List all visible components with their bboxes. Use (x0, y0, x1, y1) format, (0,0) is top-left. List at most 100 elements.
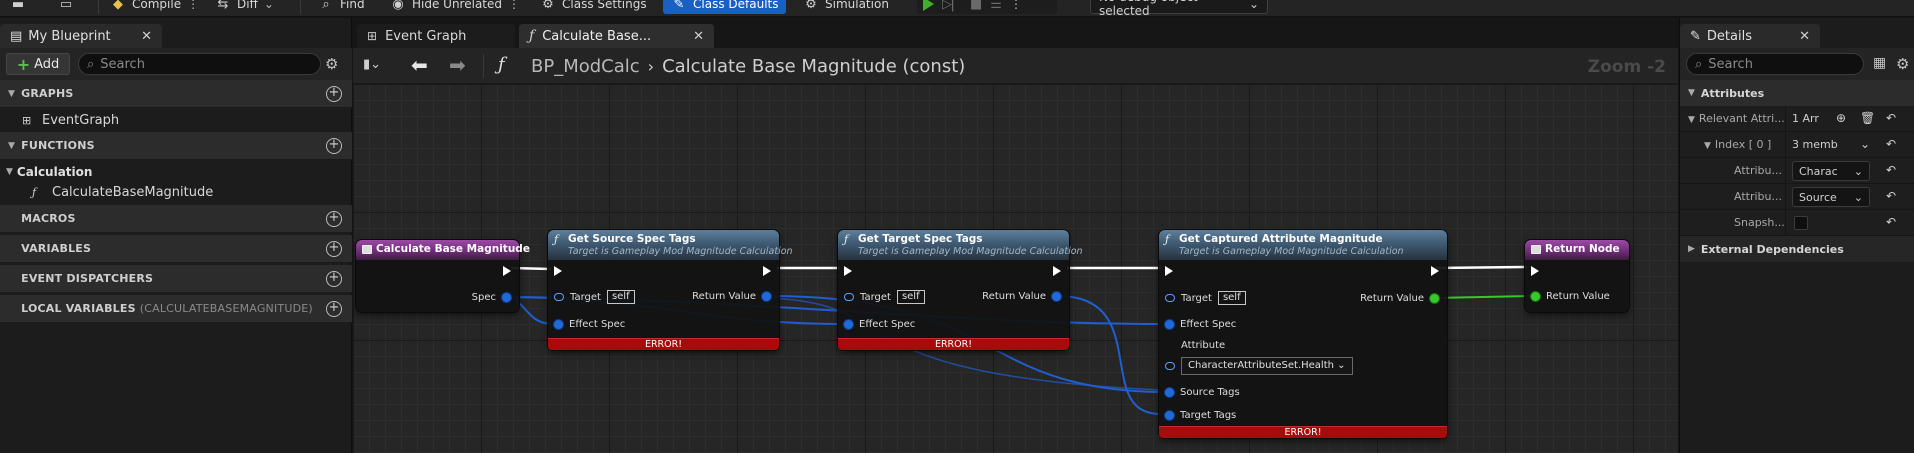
section-local-variables[interactable]: ▼ LOCAL VARIABLES (CALCULATEBASEMAGNITUD… (0, 295, 352, 323)
tree-item-eventgraph[interactable]: ⊞ EventGraph (0, 109, 352, 131)
trash-icon[interactable]: 🗑 (1860, 111, 1875, 125)
target-self-field[interactable]: self (1217, 291, 1246, 305)
function-category-calculation[interactable]: ▼ Calculation (0, 161, 352, 183)
exec-in-pin[interactable] (844, 263, 852, 279)
attribute-pin[interactable]: Attribute (1165, 338, 1225, 352)
play-icon[interactable] (923, 0, 934, 11)
attribute-combo[interactable]: Charac ⌄ (1792, 161, 1870, 181)
step-icon[interactable]: ▷▏ (942, 0, 962, 12)
reset-arrow-icon[interactable]: ↶ (1886, 163, 1896, 177)
tree-item-calculatebasemagnitude[interactable]: ƒ CalculateBaseMagnitude (0, 181, 352, 203)
add-circle-icon[interactable]: + (326, 211, 342, 227)
debug-object-label: No debug object selected (1099, 0, 1198, 17)
table-view-icon[interactable]: ▦ (1873, 55, 1886, 71)
exec-out-pin[interactable] (1431, 263, 1439, 279)
get-target-spec-tags-node[interactable]: ƒ Get Target Spec Tags Target is Gamepla… (838, 230, 1083, 350)
target-pin[interactable]: Target self (1165, 290, 1246, 306)
exec-in-pin[interactable] (1531, 263, 1539, 279)
reset-arrow-icon[interactable]: ↶ (1886, 215, 1896, 229)
save-button[interactable]: ▬ (10, 0, 26, 14)
exec-out-pin[interactable] (1053, 263, 1061, 279)
menu-icon[interactable]: ☰ (990, 0, 1002, 12)
add-circle-icon[interactable]: + (326, 86, 342, 102)
effect-spec-pin[interactable]: Effect Spec (844, 316, 915, 332)
diff-button[interactable]: ⇆ Diff ⌄ (215, 0, 274, 14)
return-value-pin[interactable]: Return Value (692, 288, 771, 304)
node-header: ƒ Get Target Spec Tags Target is Gamepla… (838, 230, 1083, 260)
section-macros[interactable]: ▼ MACROS + (0, 205, 352, 233)
target-pin[interactable]: Target self (844, 289, 925, 305)
close-icon[interactable]: ✕ (1799, 29, 1810, 44)
browse-button[interactable]: ▭ (58, 0, 74, 14)
search-input[interactable]: ⌕ Search (78, 53, 321, 75)
find-button[interactable]: ⌕ Find (318, 0, 364, 14)
close-icon[interactable]: ✕ (693, 29, 704, 44)
tab-my-blueprint[interactable]: ▤ My Blueprint ✕ (0, 24, 162, 48)
spec-pin[interactable]: Spec (472, 289, 511, 305)
add-circle-icon[interactable]: + (326, 241, 342, 257)
tab-details[interactable]: ✎ Details ✕ (1680, 24, 1820, 48)
chevron-down-icon[interactable]: ⌄ (1860, 137, 1870, 151)
get-source-spec-tags-node[interactable]: ƒ Get Source Spec Tags Target is Gamepla… (548, 230, 793, 350)
entry-node[interactable]: Calculate Base Magnitude Spec (356, 240, 530, 312)
reset-arrow-icon[interactable]: ↶ (1886, 189, 1896, 203)
add-button[interactable]: + Add (6, 53, 70, 75)
class-defaults-button[interactable]: ✎ Class Defaults (663, 0, 787, 14)
gear-icon[interactable]: ⚙ (1896, 55, 1909, 73)
simulation-button[interactable]: ⚙ Simulation (803, 0, 889, 14)
attribute-dropdown[interactable]: CharacterAttributeSet.Health ⌄ (1181, 357, 1353, 375)
stop-icon[interactable]: ■ (970, 0, 982, 12)
breadcrumb-root[interactable]: BP_ModCalc (531, 56, 640, 77)
bookmark-icon[interactable]: ▮⌄ (363, 57, 381, 72)
exec-out-pin[interactable] (763, 263, 771, 279)
source-tags-pin[interactable]: Source Tags (1165, 384, 1240, 400)
return-node[interactable]: Return Node Return Value (1525, 240, 1629, 312)
tab-calculate-base-magnitude[interactable]: ƒ Calculate Base... ✕ (519, 24, 714, 48)
node-title: Return Node (1545, 243, 1620, 255)
section-external-dependencies[interactable]: ▶ External Dependencies (1680, 236, 1914, 262)
section-functions[interactable]: ▼ FUNCTIONS + (0, 132, 352, 160)
node-title: Get Source Spec Tags (568, 233, 696, 245)
section-variables[interactable]: ▼ VARIABLES + (0, 235, 352, 263)
reset-arrow-icon[interactable]: ↶ (1886, 111, 1896, 125)
attribute-source-combo[interactable]: Source ⌄ (1792, 187, 1870, 207)
return-value-pin[interactable]: Return Value (982, 288, 1061, 304)
target-self-field[interactable]: self (896, 290, 925, 304)
section-attributes[interactable]: ▼ Attributes (1680, 80, 1914, 106)
return-value-pin[interactable]: Return Value (1531, 288, 1610, 304)
kebab-icon[interactable]: ⋮ (187, 0, 199, 11)
details-search-input[interactable]: ⌕ Search (1686, 53, 1864, 75)
my-blueprint-toolbar: + Add ⌕ Search ⚙ (0, 48, 352, 80)
target-self-field[interactable]: self (606, 290, 635, 304)
target-tags-pin[interactable]: Target Tags (1165, 407, 1236, 423)
snapshot-checkbox[interactable] (1794, 216, 1808, 230)
target-pin[interactable]: Target self (554, 289, 635, 305)
get-captured-attribute-magnitude-node[interactable]: ƒ Get Captured Attribute Magnitude Targe… (1159, 230, 1447, 438)
reset-arrow-icon[interactable]: ↶ (1886, 137, 1896, 151)
gear-icon[interactable]: ⚙ (325, 55, 338, 73)
compile-button[interactable]: ◆ Compile ⋮ (110, 0, 199, 14)
kebab-icon[interactable]: ⋮ (508, 0, 520, 11)
add-circle-icon[interactable]: + (326, 301, 342, 317)
exec-in-pin[interactable] (554, 263, 562, 279)
add-circle-icon[interactable]: + (326, 271, 342, 287)
add-circle-icon[interactable]: ⊕ (1836, 111, 1846, 125)
section-graphs[interactable]: ▼ GRAPHS + (0, 80, 352, 108)
exec-out-pin[interactable] (503, 263, 511, 279)
forward-arrow-icon[interactable]: ➡ (449, 53, 466, 77)
back-arrow-icon[interactable]: ⬅ (411, 53, 428, 77)
function-icon: ƒ (498, 54, 505, 75)
return-value-pin[interactable]: Return Value (1360, 290, 1439, 306)
tab-event-graph[interactable]: ⊞ Event Graph (357, 24, 515, 48)
close-icon[interactable]: ✕ (141, 29, 152, 44)
add-circle-icon[interactable]: + (326, 138, 342, 154)
effect-spec-pin[interactable]: Effect Spec (1165, 316, 1236, 332)
kebab-icon[interactable]: ⋮ (1010, 0, 1022, 11)
effect-spec-pin[interactable]: Effect Spec (554, 316, 625, 332)
exec-in-pin[interactable] (1165, 263, 1173, 279)
graph-canvas[interactable]: Calculate Base Magnitude Spec ƒ Get Sour… (353, 84, 1678, 453)
debug-object-select[interactable]: No debug object selected ⌄ (1090, 0, 1268, 17)
section-event-dispatchers[interactable]: ▼ EVENT DISPATCHERS + (0, 265, 352, 293)
class-settings-button[interactable]: ⚙ Class Settings (540, 0, 646, 14)
hide-unrelated-button[interactable]: ◉ Hide Unrelated ⋮ (390, 0, 520, 14)
